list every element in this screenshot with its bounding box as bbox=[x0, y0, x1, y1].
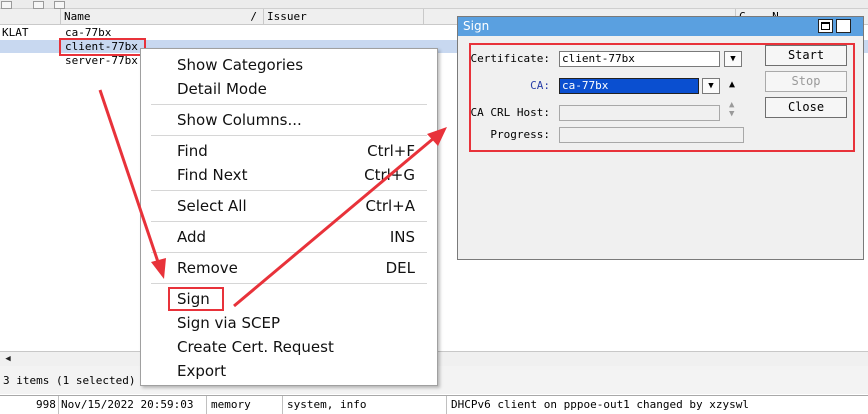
annotation-arrows bbox=[98, 89, 447, 308]
arrow-to-sign-line bbox=[98, 89, 160, 263]
arrow-to-dialog-line bbox=[233, 136, 435, 308]
arrow-to-sign-head bbox=[151, 258, 166, 279]
